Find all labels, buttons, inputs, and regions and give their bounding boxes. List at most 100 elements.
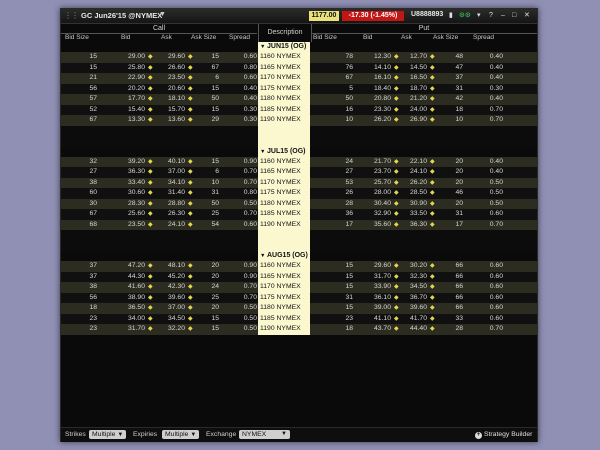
p-spread-cell[interactable]: 0.60: [490, 282, 503, 293]
c-ask-cell[interactable]: 48.10: [168, 261, 185, 272]
c-ask-cell[interactable]: 40.10: [168, 157, 185, 168]
p-bid-cell[interactable]: 21.70: [374, 157, 391, 168]
p-bid-cell[interactable]: 35.60: [374, 220, 391, 231]
p-ask-cell[interactable]: 26.20: [410, 178, 427, 189]
p-ask-cell[interactable]: 41.70: [410, 314, 427, 325]
p-spread-cell[interactable]: 0.50: [490, 188, 503, 199]
strikes-dropdown[interactable]: Multiple ▼: [89, 430, 127, 439]
strike-description[interactable]: 1190 NYMEX: [258, 219, 310, 230]
c-spread-cell[interactable]: 0.50: [244, 303, 257, 314]
column-header[interactable]: Bid: [363, 33, 372, 42]
expiry-label[interactable]: JUL15 (OG): [258, 146, 310, 157]
p-asize-cell[interactable]: 66: [455, 261, 463, 272]
p-bsize-cell[interactable]: 23: [345, 314, 353, 325]
p-bsize-cell[interactable]: 15: [345, 272, 353, 283]
strike-description[interactable]: 1175 NYMEX: [258, 83, 310, 94]
p-spread-cell[interactable]: 0.50: [490, 178, 503, 189]
table-row[interactable]: 23 31.70 ◆ 32.20 ◆ 15 0.50 18 43.70 ◆ 44.40 ◆ 28 0.70…: [61, 324, 537, 335]
strike-description[interactable]: 1190 NYMEX: [258, 115, 310, 126]
p-spread-cell[interactable]: 0.60: [490, 272, 503, 283]
p-ask-cell[interactable]: 36.30: [410, 220, 427, 231]
strike-description[interactable]: 1160 NYMEX: [258, 156, 310, 167]
p-ask-cell[interactable]: 12.70: [410, 52, 427, 63]
expiry-group-header[interactable]: AUG15 (OG) ▼: [61, 251, 537, 261]
table-row[interactable]: 37 44.30 ◆ 45.20 ◆ 20 0.90 15 31.70 ◆ 32.30 ◆ 66 0.60…: [61, 271, 537, 283]
strike-description[interactable]: 1180 NYMEX: [258, 303, 310, 314]
column-header[interactable]: Ask Size: [433, 33, 458, 42]
c-ask-cell[interactable]: 15.70: [168, 105, 185, 116]
c-spread-cell[interactable]: 0.50: [244, 324, 257, 335]
c-spread-cell[interactable]: 0.60: [244, 220, 257, 231]
p-asize-cell[interactable]: 18: [455, 105, 463, 116]
c-asize-cell[interactable]: 15: [211, 84, 219, 95]
c-ask-cell[interactable]: 32.20: [168, 324, 185, 335]
exchange-dropdown[interactable]: NYMEX ▼: [239, 430, 290, 439]
chevron-down-icon[interactable]: ▾: [477, 11, 481, 21]
c-bsize-cell[interactable]: 32: [89, 157, 97, 168]
p-ask-cell[interactable]: 18.70: [410, 84, 427, 95]
c-ask-cell[interactable]: 34.10: [168, 178, 185, 189]
p-spread-cell[interactable]: 0.40: [490, 157, 503, 168]
column-header[interactable]: Spread: [229, 33, 250, 42]
c-bid-cell[interactable]: 22.90: [128, 73, 145, 84]
p-ask-cell[interactable]: 44.40: [410, 324, 427, 335]
c-bid-cell[interactable]: 28.30: [128, 199, 145, 210]
expiries-dropdown[interactable]: Multiple ▼: [162, 430, 200, 439]
c-asize-cell[interactable]: 20: [211, 261, 219, 272]
p-ask-cell[interactable]: 39.60: [410, 303, 427, 314]
strike-description[interactable]: 1165 NYMEX: [258, 62, 310, 73]
c-bsize-cell[interactable]: 60: [89, 188, 97, 199]
c-bsize-cell[interactable]: 56: [89, 293, 97, 304]
p-spread-cell[interactable]: 0.40: [490, 167, 503, 178]
c-spread-cell[interactable]: 0.70: [244, 209, 257, 220]
p-spread-cell[interactable]: 0.30: [490, 84, 503, 95]
p-bsize-cell[interactable]: 16: [345, 105, 353, 116]
strike-description[interactable]: 1170 NYMEX: [258, 282, 310, 293]
c-ask-cell[interactable]: 18.10: [168, 94, 185, 105]
p-bsize-cell[interactable]: 10: [345, 115, 353, 126]
p-bsize-cell[interactable]: 50: [345, 94, 353, 105]
p-bsize-cell[interactable]: 27: [345, 167, 353, 178]
table-row[interactable]: 38 33.40 ◆ 34.10 ◆ 10 0.70 53 25.70 ◆ 26.20 ◆ 20 0.50…: [61, 177, 537, 189]
p-asize-cell[interactable]: 48: [455, 52, 463, 63]
p-bid-cell[interactable]: 26.20: [374, 115, 391, 126]
c-bsize-cell[interactable]: 30: [89, 199, 97, 210]
c-spread-cell[interactable]: 0.70: [244, 178, 257, 189]
c-asize-cell[interactable]: 31: [211, 188, 219, 199]
table-row[interactable]: 56 38.90 ◆ 39.60 ◆ 25 0.70 31 36.10 ◆ 36.70 ◆ 66 0.60…: [61, 292, 537, 304]
c-bsize-cell[interactable]: 21: [89, 73, 97, 84]
c-spread-cell[interactable]: 0.50: [244, 314, 257, 325]
p-spread-cell[interactable]: 0.40: [490, 94, 503, 105]
c-spread-cell[interactable]: 0.80: [244, 188, 257, 199]
p-ask-cell[interactable]: 14.50: [410, 63, 427, 74]
p-asize-cell[interactable]: 20: [455, 199, 463, 210]
p-asize-cell[interactable]: 20: [455, 178, 463, 189]
strategy-builder-button[interactable]: + Strategy Builder: [475, 431, 532, 439]
c-bsize-cell[interactable]: 27: [89, 167, 97, 178]
p-spread-cell[interactable]: 0.60: [490, 261, 503, 272]
p-ask-cell[interactable]: 16.50: [410, 73, 427, 84]
p-ask-cell[interactable]: 32.30: [410, 272, 427, 283]
c-spread-cell[interactable]: 0.30: [244, 115, 257, 126]
p-asize-cell[interactable]: 20: [455, 167, 463, 178]
table-row[interactable]: 32 39.20 ◆ 40.10 ◆ 15 0.90 24 21.70 ◆ 22.10 ◆ 20 0.40…: [61, 156, 537, 168]
p-bid-cell[interactable]: 30.40: [374, 199, 391, 210]
c-asize-cell[interactable]: 24: [211, 282, 219, 293]
p-asize-cell[interactable]: 17: [455, 220, 463, 231]
strike-description[interactable]: 1175 NYMEX: [258, 188, 310, 199]
p-ask-cell[interactable]: 30.90: [410, 199, 427, 210]
c-asize-cell[interactable]: 15: [211, 324, 219, 335]
p-spread-cell[interactable]: 0.60: [490, 293, 503, 304]
p-ask-cell[interactable]: 24.00: [410, 105, 427, 116]
column-header[interactable]: Bid Size: [65, 33, 89, 42]
column-header[interactable]: Ask Size: [191, 33, 216, 42]
c-bid-cell[interactable]: 34.00: [128, 314, 145, 325]
c-bsize-cell[interactable]: 15: [89, 63, 97, 74]
strike-description[interactable]: 1185 NYMEX: [258, 313, 310, 324]
c-asize-cell[interactable]: 15: [211, 314, 219, 325]
table-row[interactable]: 56 20.20 ◆ 20.60 ◆ 15 0.40 5 18.40 ◆ 18.70 ◆ 31 0.30 1…: [61, 83, 537, 95]
column-header[interactable]: Bid: [121, 33, 130, 42]
drag-handle-icon[interactable]: ⋮⋮: [64, 11, 79, 20]
table-row[interactable]: 23 34.00 ◆ 34.50 ◆ 15 0.50 23 41.10 ◆ 41.70 ◆ 33 0.60…: [61, 313, 537, 325]
c-bsize-cell[interactable]: 18: [89, 303, 97, 314]
